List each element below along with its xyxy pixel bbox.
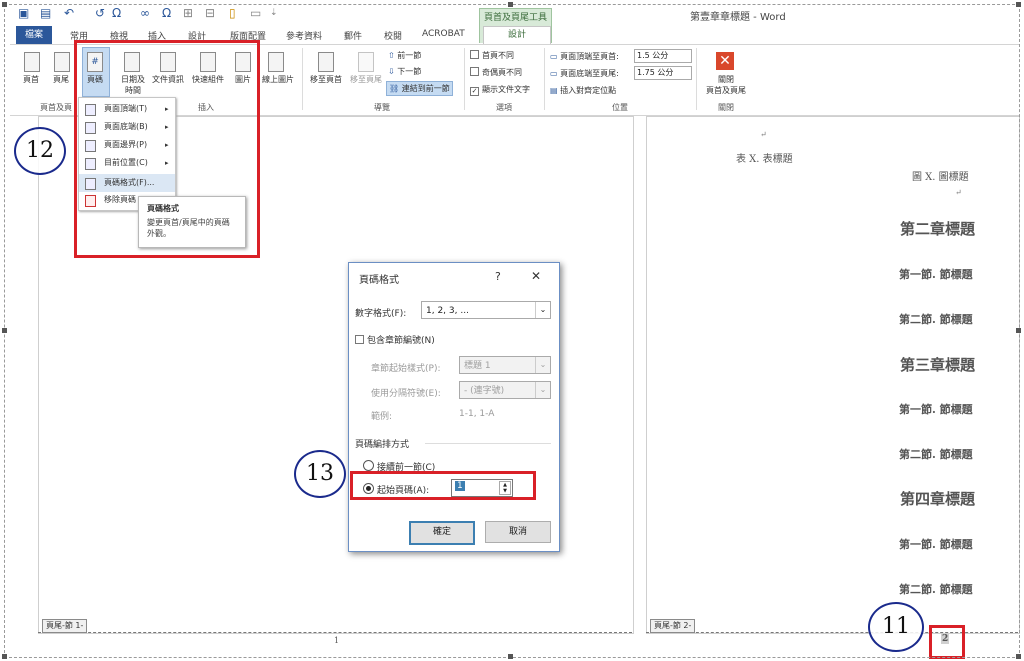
resize-handle[interactable] — [2, 654, 7, 659]
resize-handle[interactable] — [1016, 2, 1021, 7]
resize-handle[interactable] — [508, 654, 513, 659]
selection-frame — [4, 4, 1020, 658]
resize-handle[interactable] — [2, 2, 7, 7]
resize-handle[interactable] — [1016, 654, 1021, 659]
resize-handle[interactable] — [508, 2, 513, 7]
resize-handle[interactable] — [2, 328, 7, 333]
resize-handle[interactable] — [1016, 328, 1021, 333]
